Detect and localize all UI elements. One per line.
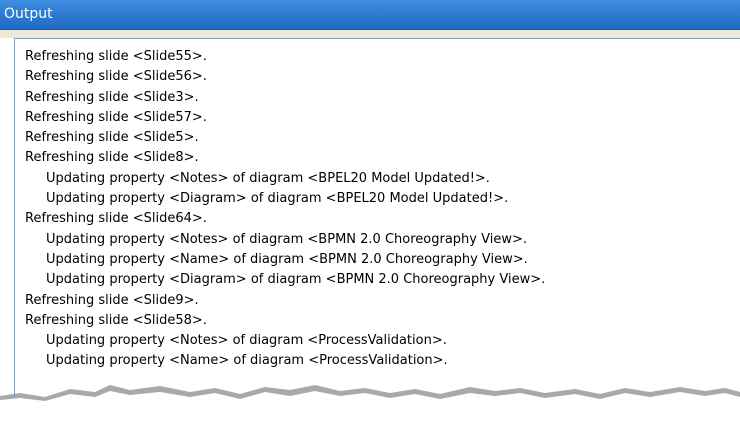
log-line: Updating property <Diagram> of diagram <… (46, 191, 509, 207)
log-line: Refreshing slide <Slide9>. (25, 292, 199, 308)
log-line: Refreshing slide <Slide56>. (25, 69, 207, 85)
log-line: Refreshing slide <Slide5>. (25, 130, 199, 146)
window-title: Output (4, 6, 53, 22)
log-line: Refreshing slide <Slide55>. (25, 49, 207, 64)
log-line: Updating property <Name> of diagram <Pro… (46, 353, 448, 369)
torn-paper-edge (0, 385, 740, 426)
log-line: Updating property <Diagram> of diagram <… (46, 272, 546, 288)
output-log-area[interactable]: Refreshing slide <Slide55>. Refreshing sl… (14, 38, 740, 398)
log-line: Updating property <Name> of diagram <BPM… (46, 251, 528, 267)
log-line: Refreshing slide <Slide64>. (25, 211, 207, 227)
output-title-bar[interactable]: Output (0, 0, 740, 30)
log-line: Updating property <Notes> of diagram <BP… (46, 231, 527, 247)
log-line: Refreshing slide <Slide57>. (25, 109, 207, 125)
log-line: Refreshing slide <Slide8>. (25, 150, 199, 166)
log-line: Refreshing slide <Slide58>. (25, 312, 207, 328)
log-lines: Refreshing slide <Slide55>. Refreshing sl… (25, 47, 545, 372)
log-line: Updating property <Notes> of diagram <BP… (46, 170, 490, 186)
log-line: Updating property <Notes> of diagram <Pr… (46, 333, 447, 349)
torn-edge-paper (0, 391, 740, 426)
log-line: Refreshing slide <Slide3>. (25, 89, 199, 105)
output-window: Output Refreshing slide <Slide55>. Refres… (0, 0, 740, 426)
panel-gap (0, 30, 740, 38)
